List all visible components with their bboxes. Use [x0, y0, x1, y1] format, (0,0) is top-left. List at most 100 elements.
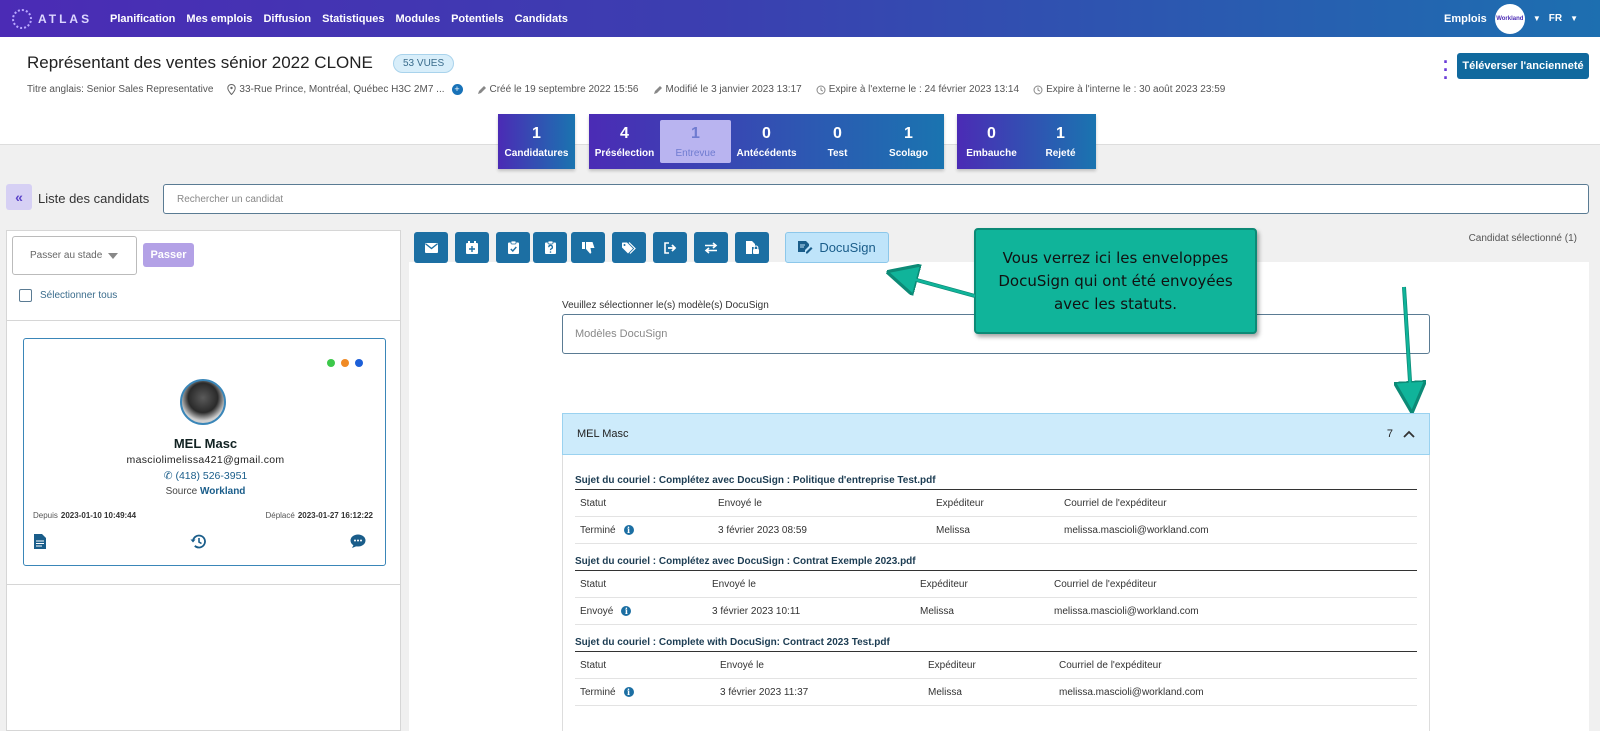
schedule-button[interactable] [455, 232, 489, 263]
envelope-row: Terminé i 3 février 2023 08:59 Melissa melis… [575, 517, 1417, 544]
candidate-phone[interactable]: ✆ (418) 526-3951 [24, 470, 387, 482]
more-options-icon[interactable]: · · · [1443, 53, 1449, 87]
stage-test[interactable]: 0 Test [802, 114, 873, 169]
company-avatar[interactable]: Workland [1494, 3, 1525, 34]
document-icon[interactable] [34, 534, 46, 549]
collapse-list-button[interactable]: « [6, 184, 32, 210]
atlas-logo-icon [12, 8, 32, 29]
nav-item-candidats[interactable]: Candidats [515, 13, 568, 25]
divider [7, 584, 400, 585]
clock-icon [816, 85, 826, 94]
stage-label: Candidatures [504, 147, 569, 159]
select-all[interactable]: Sélectionner tous [19, 289, 117, 302]
template-placeholder: Modèles DocuSign [575, 328, 668, 340]
evaluation-button[interactable] [496, 232, 530, 263]
nav-item-modules[interactable]: Modules [395, 13, 440, 25]
envelope-table-header: Statut Envoyé le Expéditeur Courriel de l'e… [575, 490, 1417, 517]
stage-scolago[interactable]: 1 Scolago [873, 114, 944, 169]
language-selector[interactable]: FR [1549, 13, 1562, 24]
stage-antécédents[interactable]: 0 Antécédents [731, 114, 802, 169]
stage-group-process: 4 Présélection 1 Entrevue 0 Antécédents 0 Test 1… [589, 114, 944, 169]
nav-item-mes-emplois[interactable]: Mes emplois [186, 13, 252, 25]
nav-item-planification[interactable]: Planification [110, 13, 175, 25]
envelope-row: Envoyé i 3 février 2023 10:11 Melissa meliss… [575, 598, 1417, 625]
expire-ext-text: Expire à l'externe le : 24 février 2023 … [828, 84, 1020, 95]
stage-présélection[interactable]: 4 Présélection [589, 114, 660, 169]
history-icon[interactable] [190, 534, 207, 549]
language-chevron-icon[interactable]: ▼ [1570, 14, 1578, 23]
candidate-email[interactable]: masciolimelissa421@gmail.com [24, 454, 387, 466]
tags-button[interactable] [612, 232, 646, 263]
pencil-icon [653, 85, 662, 94]
candidate-avatar [180, 379, 226, 425]
select-all-checkbox[interactable] [19, 289, 32, 302]
status-text: Envoyé [580, 605, 614, 617]
envelope-accordion-header[interactable]: MEL Masc 7 [562, 413, 1430, 455]
expire-int-text: Expire à l'interne le : 30 août 2023 23:… [1046, 84, 1226, 95]
candidate-card[interactable]: MEL Masc masciolimelissa421@gmail.com ✆ … [23, 338, 386, 566]
source-label: Source [165, 486, 198, 497]
clipboard-check-icon [507, 241, 519, 254]
envelope-group: Sujet du couriel : Complete with DocuSig… [575, 637, 1417, 706]
info-icon[interactable]: i [621, 606, 632, 616]
stage-count: 4 [620, 124, 629, 142]
stage-select[interactable]: Passer au stade [12, 236, 137, 275]
nav-item-potentiels[interactable]: Potentiels [451, 13, 504, 25]
stage-label: Entrevue [675, 147, 716, 159]
nav-item-diffusion[interactable]: Diffusion [263, 13, 311, 25]
chevron-down-icon[interactable]: ▼ [1533, 14, 1541, 23]
created-date: Créé le 19 septembre 2022 15:56 [477, 84, 639, 95]
stage-count: 1 [1056, 124, 1065, 142]
confidential-file-button[interactable] [735, 232, 769, 263]
envelope-table-header: Statut Envoyé le Expéditeur Courriel de l'e… [575, 652, 1417, 679]
avatar-text: Workland [1496, 15, 1524, 22]
location-pin-icon [227, 84, 237, 95]
stage-candidatures[interactable]: 1 Candidatures [498, 114, 575, 169]
expire-external: Expire à l'externe le : 24 février 2023 … [816, 84, 1019, 95]
envelope-sender: Melissa [920, 605, 954, 617]
chevron-up-icon[interactable] [1403, 430, 1415, 438]
envelope-sent: 3 février 2023 11:37 [720, 686, 809, 698]
stage-embauche[interactable]: 0 Embauche [957, 114, 1026, 169]
stage-entrevue[interactable]: 1 Entrevue [660, 120, 731, 163]
questionnaire-button[interactable] [533, 232, 567, 263]
nav-item-statistiques[interactable]: Statistiques [322, 13, 384, 25]
modified-text: Modifié le 3 janvier 2023 13:17 [665, 84, 802, 95]
clipboard-question-icon [544, 241, 556, 254]
passer-button[interactable]: Passer [143, 243, 194, 267]
send-email-button[interactable] [414, 232, 448, 263]
column-header: Expéditeur [936, 497, 984, 509]
atlas-logo[interactable]: ATLAS [12, 8, 110, 29]
stage-count: 0 [762, 124, 771, 142]
docusign-label: DocuSign [819, 240, 876, 255]
emplois-menu[interactable]: Emplois [1444, 13, 1487, 25]
page-title: Représentant des ventes sénior 2022 CLON… [27, 53, 373, 72]
candidate-name[interactable]: MEL Masc [24, 436, 387, 451]
stage-label: Antécédents [736, 147, 797, 159]
add-address-icon[interactable]: + [451, 84, 463, 95]
info-icon[interactable]: i [623, 687, 634, 697]
views-badge: 53 VUES [393, 54, 455, 73]
exit-button[interactable] [653, 232, 687, 263]
search-placeholder: Rechercher un candidat [177, 193, 284, 205]
stage-count: 0 [987, 124, 996, 142]
stage-rejeté[interactable]: 1 Rejeté [1026, 114, 1095, 169]
exit-icon [663, 241, 676, 254]
docusign-button[interactable]: DocuSign [785, 232, 889, 263]
transfer-button[interactable] [694, 232, 728, 263]
stage-count: 1 [691, 124, 700, 142]
since-value: 2023-01-10 10:49:44 [60, 511, 137, 520]
chat-icon[interactable] [350, 534, 366, 549]
main-nav: Planification Mes emplois Diffusion Statist… [110, 13, 568, 25]
candidate-list-label: Liste des candidats [38, 191, 150, 206]
reject-button[interactable] [571, 232, 605, 263]
status-dots [327, 359, 363, 367]
envelope-sender: Melissa [936, 524, 970, 536]
candidate-search-input[interactable]: Rechercher un candidat [163, 184, 1589, 214]
column-header: Courriel de l'expéditeur [1059, 659, 1162, 671]
upload-seniority-button[interactable]: Téléverser l'ancienneté [1457, 53, 1589, 79]
template-label: Veuillez sélectionner le(s) modèle(s) Do… [562, 300, 769, 311]
envelope-subject: Sujet du couriel : Complete with DocuSig… [575, 637, 1417, 652]
column-header: Envoyé le [718, 497, 762, 509]
info-icon[interactable]: i [623, 525, 634, 535]
